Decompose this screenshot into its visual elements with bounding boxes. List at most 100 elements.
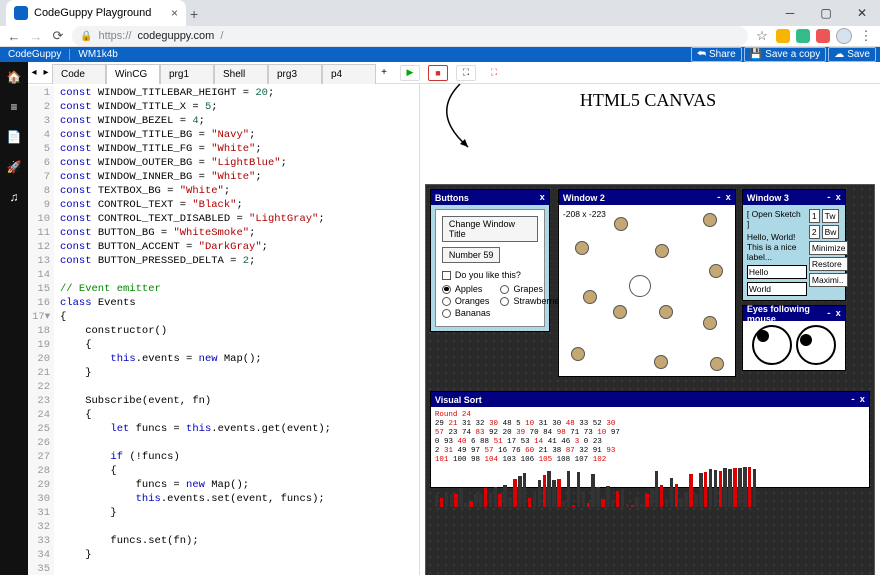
window-visual-sort[interactable]: Visual Sort -x Round 24 29 21 31 32 30 48…	[430, 391, 870, 488]
mini-button[interactable]: 2	[809, 225, 820, 239]
number-button[interactable]: Number 59	[442, 247, 501, 263]
minimize-button[interactable]: ─	[772, 0, 808, 26]
minimize-icon[interactable]: -	[850, 395, 855, 405]
close-icon[interactable]: x	[726, 193, 731, 203]
minimize-button[interactable]: Minimize	[809, 241, 849, 255]
save-button[interactable]: ☁Save	[828, 47, 876, 62]
restore-button[interactable]: Restore	[809, 257, 849, 271]
save-icon: 💾	[750, 49, 762, 60]
coords-label: -208 x -223	[563, 209, 606, 219]
star-icon[interactable]: ☆	[754, 28, 770, 44]
label-text: Hello, World! This is a nice label...	[747, 232, 805, 262]
home-icon[interactable]: 🏠	[5, 68, 23, 86]
browser-tab[interactable]: CodeGuppy Playground ×	[6, 0, 186, 26]
browser-toolbar: ← → ⟳ 🔒 https://codeguppy.com/ ☆ ⋮	[0, 26, 880, 47]
radio[interactable]: Oranges	[442, 296, 491, 306]
code-tab[interactable]: Shell	[214, 64, 268, 84]
window-title: Buttons	[435, 193, 469, 203]
mini-button[interactable]: Tw	[822, 209, 840, 223]
stop-button[interactable]: ■	[428, 65, 448, 81]
fullscreen-icon[interactable]: ⛶	[484, 65, 504, 81]
menu-icon[interactable]: ≡	[5, 98, 23, 116]
rocket-icon[interactable]: 🚀	[5, 158, 23, 176]
eye-icon	[752, 325, 792, 365]
window-3[interactable]: Window 3-x [ Open Sketch ] Hello, World!…	[742, 189, 846, 301]
run-button[interactable]: ▶	[400, 65, 420, 81]
code-tab[interactable]: WinCG	[106, 64, 160, 84]
window-controls: ─ ▢ ✕	[772, 0, 880, 26]
close-icon[interactable]: x	[836, 309, 841, 319]
close-button[interactable]: ✕	[844, 0, 880, 26]
text-input[interactable]: World	[747, 282, 807, 296]
output-pane: HTML5 CANVAS Buttons x Change Window Titl…	[420, 84, 880, 575]
url-prefix: https://	[98, 30, 131, 42]
maximize-button[interactable]: ▢	[808, 0, 844, 26]
music-icon[interactable]: ♫	[5, 188, 23, 206]
url-bar[interactable]: 🔒 https://codeguppy.com/	[72, 26, 748, 46]
radio[interactable]: Apples	[442, 284, 491, 294]
menu-icon[interactable]: ⋮	[858, 28, 874, 44]
minimize-icon[interactable]: -	[826, 309, 831, 319]
mini-button[interactable]: Bw	[822, 225, 840, 239]
ext-icon-2[interactable]	[796, 29, 810, 43]
window-title: Visual Sort	[435, 395, 482, 405]
close-icon[interactable]: x	[836, 193, 841, 203]
minimize-icon[interactable]: -	[826, 193, 831, 203]
window-buttons[interactable]: Buttons x Change Window Title Number 59 D…	[430, 189, 550, 332]
radio[interactable]: Bananas	[442, 308, 491, 318]
annotation-label: HTML5 CANVAS	[580, 90, 716, 111]
checkbox[interactable]: Do you like this?	[442, 270, 538, 280]
url-host: codeguppy.com	[137, 30, 214, 42]
close-icon[interactable]: x	[860, 395, 865, 405]
expand-button[interactable]: ⛶	[456, 65, 476, 81]
radio[interactable]: Grapes	[500, 284, 564, 294]
tab-left-icon[interactable]: ◂	[28, 67, 40, 78]
close-icon[interactable]: x	[540, 193, 545, 203]
maximize-button[interactable]: Maximi..	[809, 273, 849, 287]
code-tab[interactable]: prg1	[160, 64, 214, 84]
sort-numbers: Round 24 29 21 31 32 30 48 5 10 31 30 48…	[435, 411, 865, 465]
share-button[interactable]: ⮪Share	[691, 47, 742, 62]
code-tabs: ◂ ▸ CodeWinCGprg1Shellprg3p4 + ▶ ■ ⛶ ⛶	[28, 62, 880, 84]
back-button[interactable]: ←	[6, 28, 22, 44]
forward-button[interactable]: →	[28, 28, 44, 44]
save-copy-button[interactable]: 💾Save a copy	[744, 47, 827, 62]
code-tab[interactable]: Code	[52, 64, 106, 84]
text-input[interactable]: Hello	[747, 265, 807, 279]
window-title: Eyes following mouse	[747, 304, 826, 324]
window-eyes[interactable]: Eyes following mouse-x	[742, 305, 846, 371]
breadcrumb[interactable]: CodeGuppy	[0, 49, 69, 60]
editor-pane[interactable]: 1const WINDOW_TITLEBAR_HEIGHT = 20;2cons…	[28, 84, 420, 575]
cloud-icon: ☁	[834, 49, 844, 60]
tab-title: CodeGuppy Playground	[34, 7, 151, 19]
code-tab[interactable]: p4	[322, 64, 376, 84]
eye-icon	[796, 325, 836, 365]
minimize-icon[interactable]: -	[716, 193, 721, 203]
sort-bars	[435, 467, 865, 507]
window-2[interactable]: Window 2 -x -208 x -223	[558, 189, 736, 377]
canvas-area[interactable]: Buttons x Change Window Title Number 59 D…	[425, 184, 875, 575]
app-bluebar: CodeGuppy WM1k4b ⮪Share 💾Save a copy ☁Sa…	[0, 47, 880, 62]
share-icon: ⮪	[697, 49, 706, 60]
tab-add-button[interactable]: +	[376, 67, 392, 78]
tab-right-icon[interactable]: ▸	[40, 67, 52, 78]
ext-icon-1[interactable]	[776, 29, 790, 43]
change-title-button[interactable]: Change Window Title	[442, 216, 538, 242]
lock-icon: 🔒	[80, 31, 92, 42]
avatar[interactable]	[836, 28, 852, 44]
code-tab[interactable]: prg3	[268, 64, 322, 84]
ext-icon-3[interactable]	[816, 29, 830, 43]
close-icon[interactable]: ×	[171, 6, 178, 20]
favicon-icon	[14, 6, 28, 20]
arrow-icon	[420, 84, 490, 154]
browser-titlebar: CodeGuppy Playground × + ─ ▢ ✕	[0, 0, 880, 26]
radio[interactable]: Strawberries	[500, 296, 564, 306]
new-tab-button[interactable]: +	[190, 6, 198, 22]
extension-icons: ☆ ⋮	[754, 28, 874, 44]
breadcrumb[interactable]: WM1k4b	[69, 49, 125, 60]
open-sketch-link[interactable]: [ Open Sketch ]	[747, 209, 805, 229]
mini-button[interactable]: 1	[809, 209, 820, 223]
folder-icon[interactable]: 📄	[5, 128, 23, 146]
window-title: Window 2	[563, 193, 605, 203]
reload-button[interactable]: ⟳	[50, 28, 66, 44]
